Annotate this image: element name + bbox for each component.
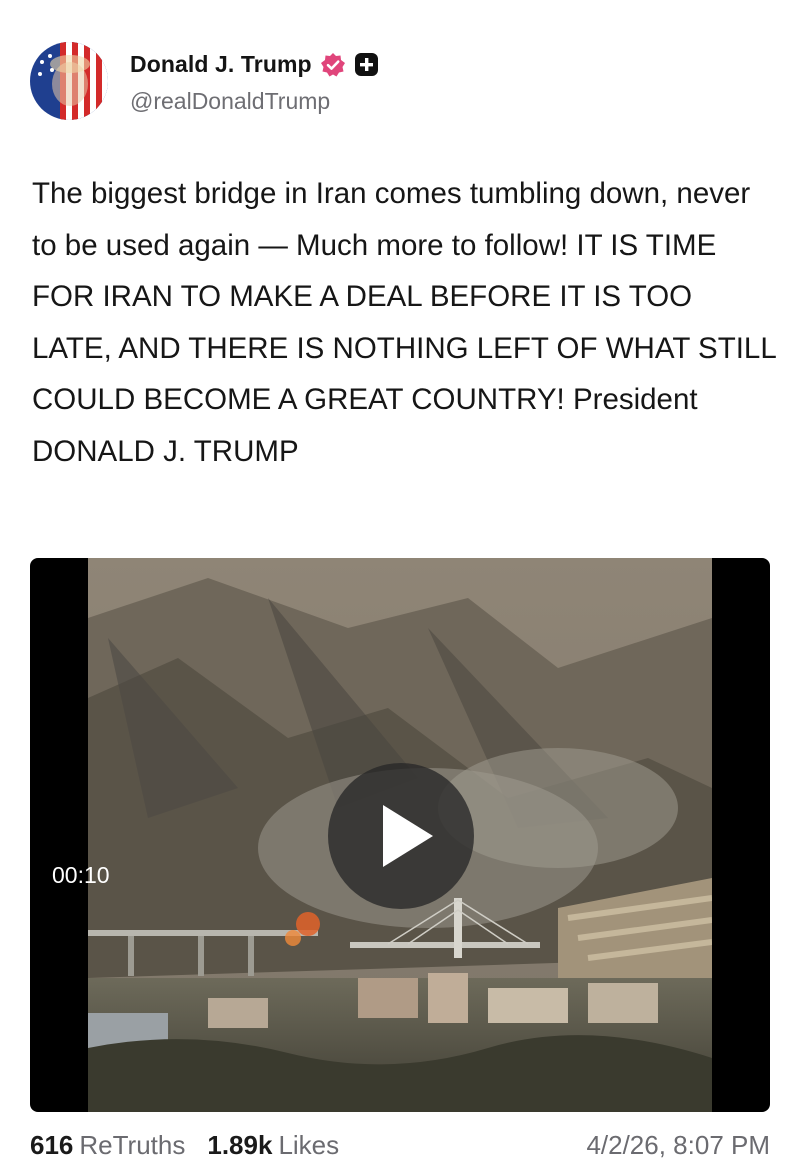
- plus-square-icon: [354, 52, 379, 77]
- verified-badge-icon: [320, 52, 346, 78]
- video-player[interactable]: 00:10: [30, 558, 770, 1112]
- likes-count: 1.89k: [207, 1130, 273, 1160]
- retruths-stat[interactable]: 616 ReTruths: [30, 1130, 185, 1161]
- avatar[interactable]: [30, 42, 108, 120]
- post-timestamp[interactable]: 4/2/26, 8:07 PM: [586, 1130, 770, 1161]
- avatar-image: [30, 42, 108, 120]
- retruths-count: 616: [30, 1130, 74, 1160]
- author-name[interactable]: Donald J. Trump: [130, 51, 312, 78]
- post-text: The biggest bridge in Iran comes tumblin…: [32, 177, 784, 468]
- likes-stat[interactable]: 1.89k Likes: [207, 1130, 339, 1161]
- author-handle[interactable]: @realDonaldTrump: [130, 88, 379, 115]
- video-duration: 00:10: [52, 862, 110, 888]
- likes-label: Likes: [278, 1130, 340, 1160]
- post-footer: 616 ReTruths 1.89k Likes 4/2/26, 8:07 PM: [30, 1130, 770, 1161]
- retruths-label: ReTruths: [79, 1130, 186, 1160]
- post-header: Donald J. Trump @realDonaldTrump: [30, 42, 379, 120]
- play-button[interactable]: [328, 763, 474, 909]
- play-icon: [383, 805, 433, 867]
